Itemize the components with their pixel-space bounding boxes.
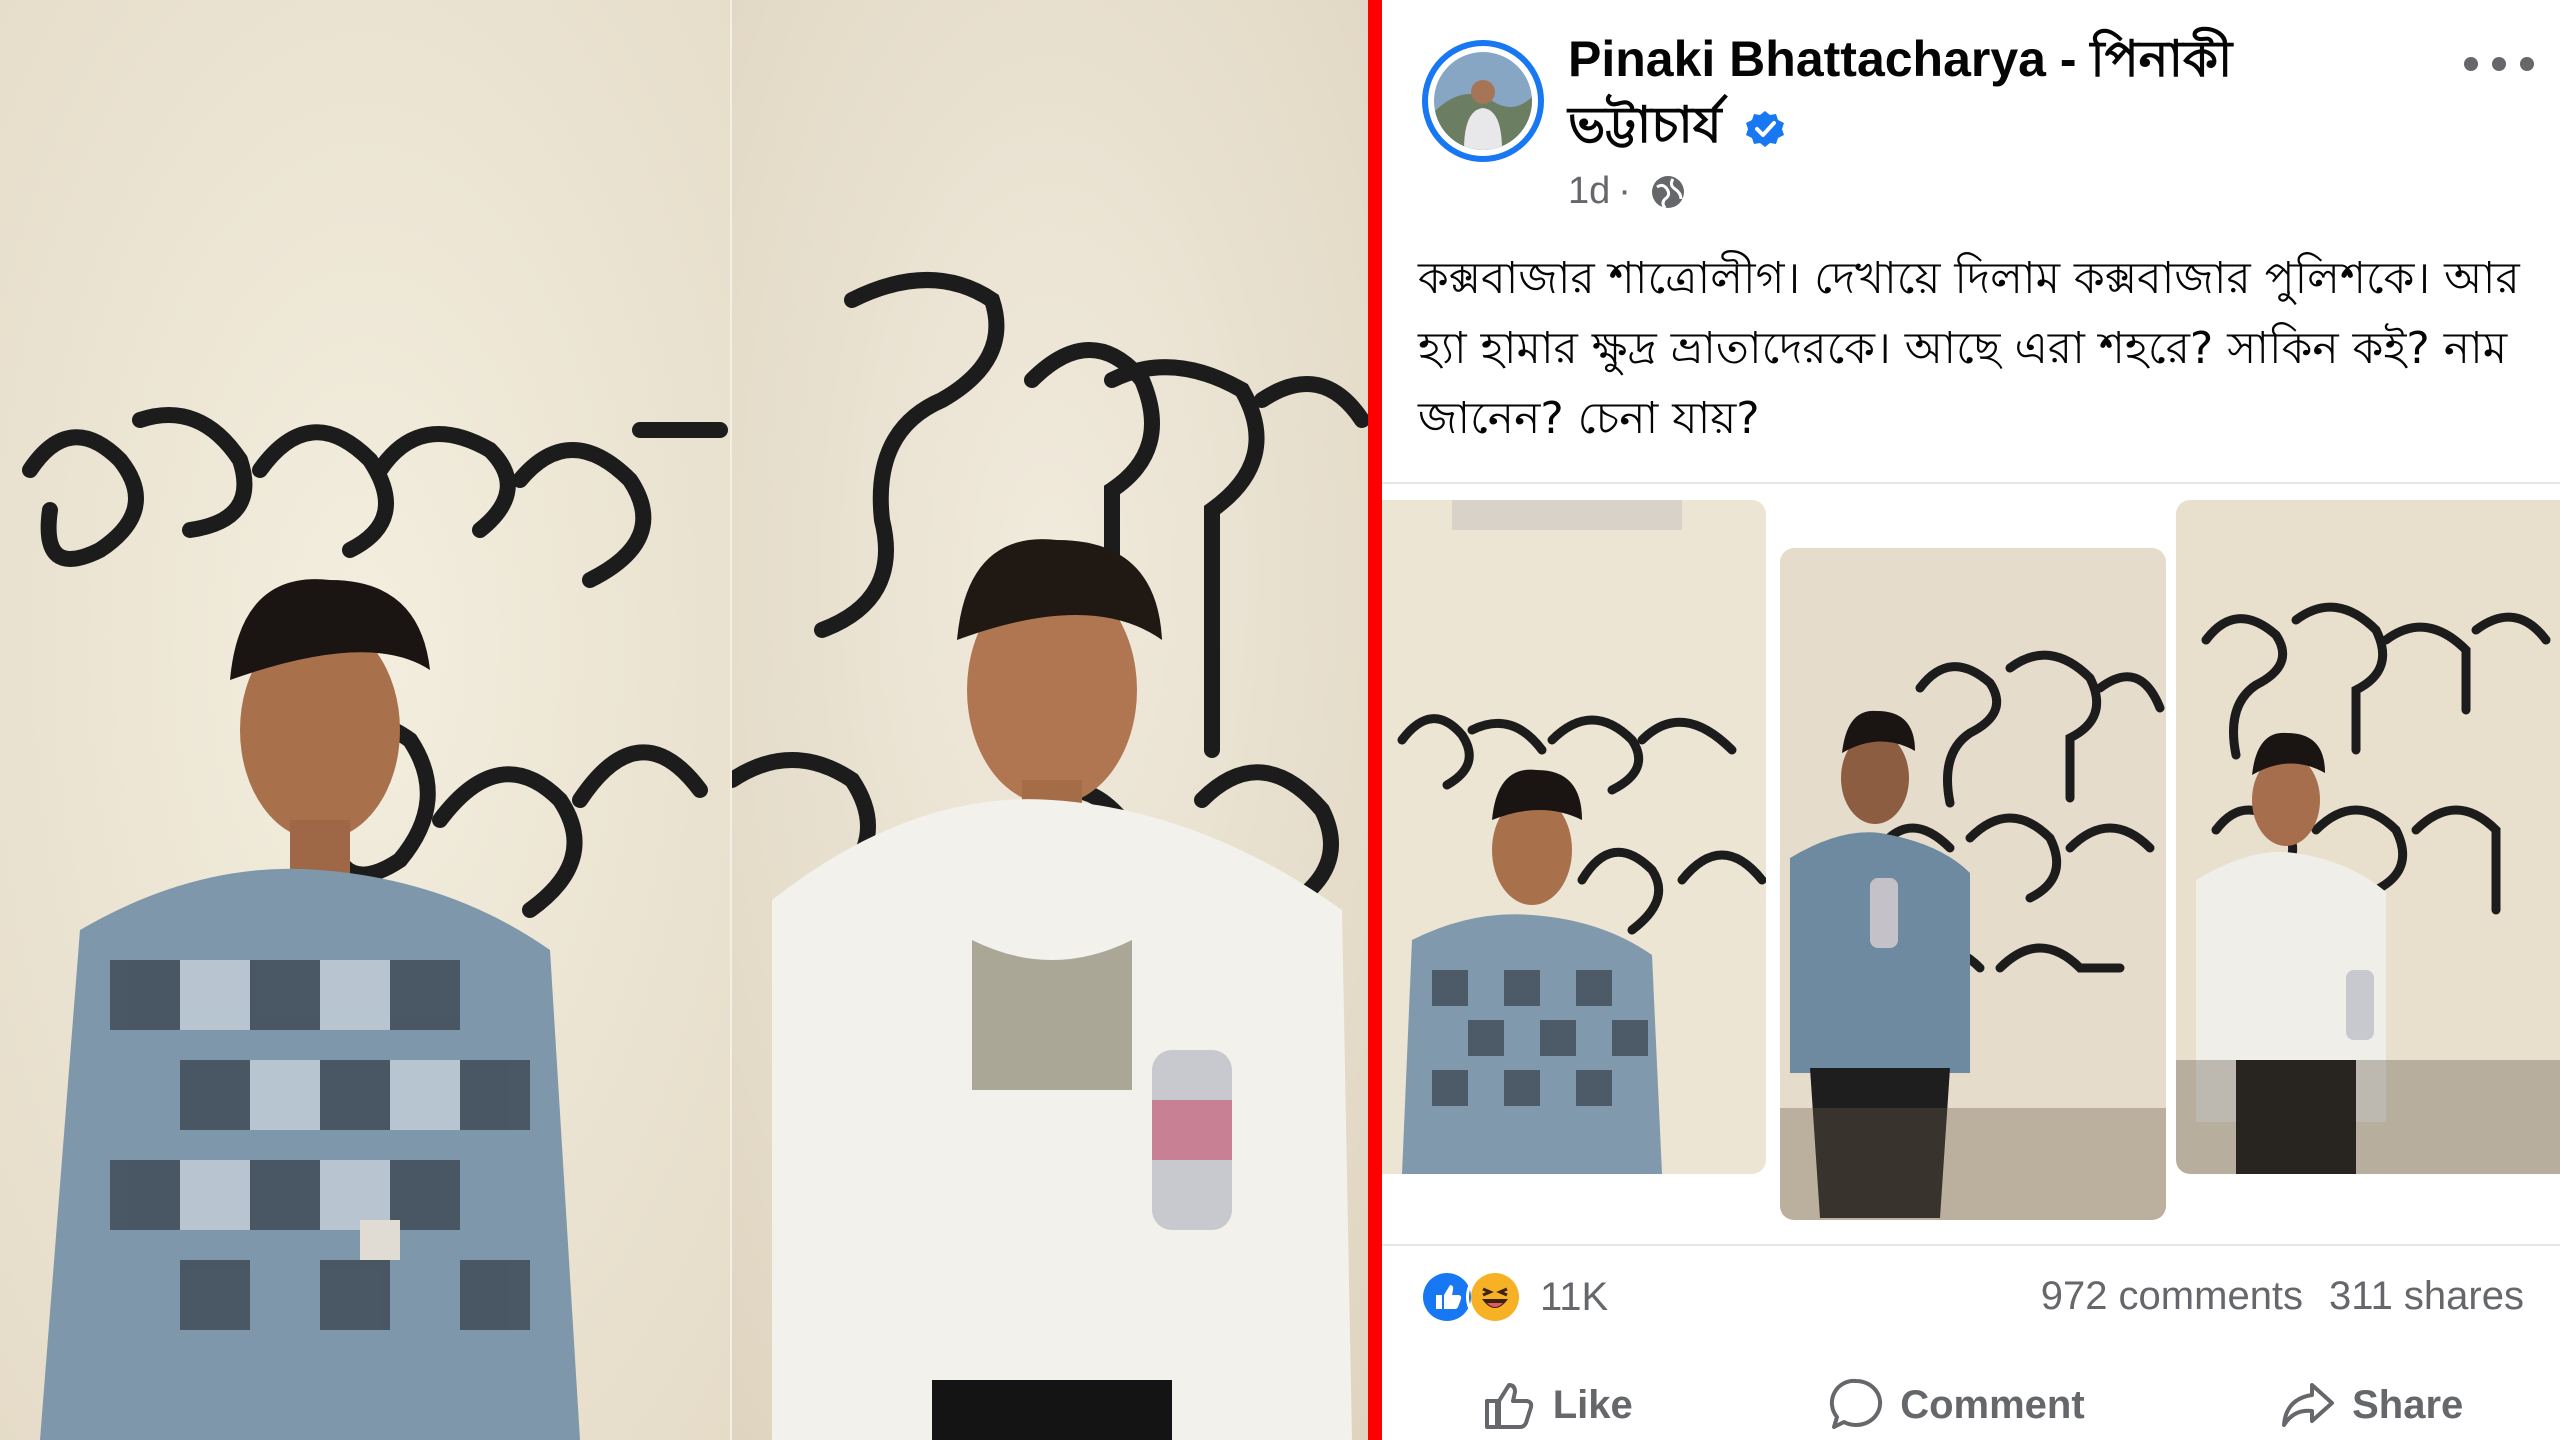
post-actions-bar: Like Comment Share [1382,1370,2560,1440]
engagement-counts: 972 comments 311 shares [2041,1274,2524,1319]
post-image-1[interactable] [1382,500,1766,1174]
photo-man-white-tshirt [732,0,1368,1440]
photo-collage [0,0,1368,1440]
post-image-3[interactable] [2176,500,2560,1174]
dot-icon [2492,57,2506,71]
more-options-button[interactable] [2464,44,2534,84]
author-name-line1: Pinaki Bhattacharya - পিনাকী [1568,31,2233,87]
share-label: Share [2352,1382,2464,1427]
comment-button[interactable]: Comment [1826,1375,2085,1435]
comment-label: Comment [1900,1382,2085,1427]
comment-bubble-icon [1830,1378,1883,1429]
reaction-count: 11K [1540,1274,1609,1319]
comment-count[interactable]: 972 comments [2041,1274,2303,1319]
reaction-summary[interactable]: 11K [1418,1268,1608,1326]
globe-icon [1651,175,1684,209]
red-divider-bar [1368,0,1382,1440]
meta-separator: · [1618,170,1631,212]
haha-icon [1466,1268,1524,1326]
post-body-text: কক্সবাজার শাত্রোলীগ। দেখায়ে দিলাম কক্সব… [1418,253,2520,444]
photo-man-plaid-shirt [0,0,730,1440]
facebook-post: Pinaki Bhattacharya - পিনাকী ভট্টাচার্য … [1382,0,2560,1440]
post-time[interactable]: 1d [1568,170,1610,213]
author-avatar[interactable] [1422,40,1544,162]
divider [1382,1244,2560,1246]
like-button[interactable]: Like [1479,1375,1633,1435]
share-count[interactable]: 311 shares [2329,1274,2524,1319]
post-image-2[interactable] [1780,548,2166,1220]
like-label: Like [1552,1382,1633,1427]
post-meta: 1d · [1568,170,1687,213]
share-arrow-icon [2282,1383,2335,1427]
share-button[interactable]: Share [2278,1375,2463,1435]
divider [1382,482,2560,484]
dot-icon [2520,57,2534,71]
verified-badge-icon [1746,110,1785,147]
dot-icon [2464,57,2478,71]
thumbs-up-icon [1484,1383,1533,1429]
screenshot-root: Pinaki Bhattacharya - পিনাকী ভট্টাচার্য … [0,0,2560,1440]
author-name[interactable]: Pinaki Bhattacharya - পিনাকী ভট্টাচার্য [1568,26,2328,158]
author-name-line2: ভট্টাচার্য [1568,97,1722,153]
